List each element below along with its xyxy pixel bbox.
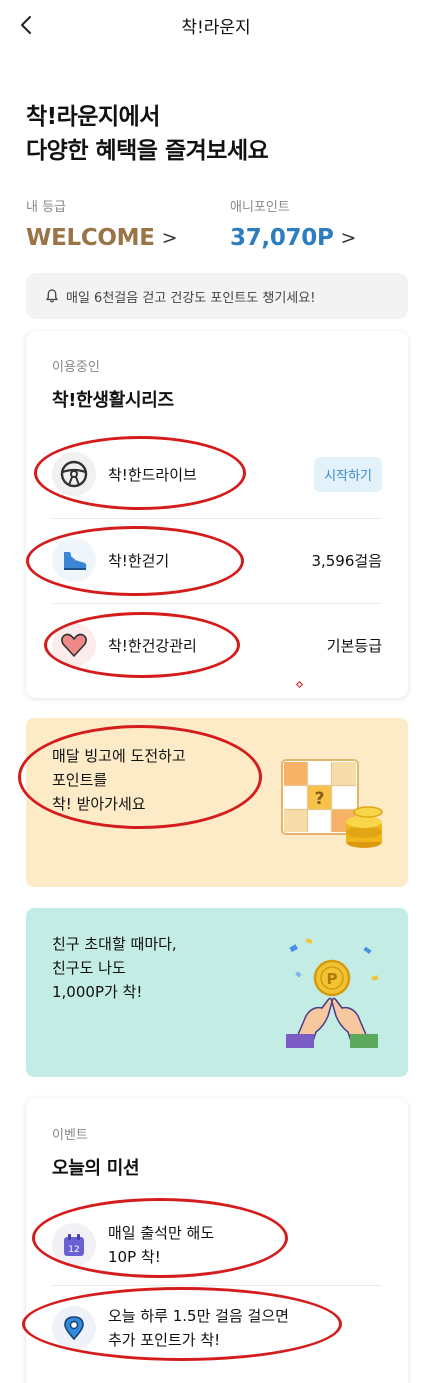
mission-item-attendance[interactable]: 12 매일 출석만 해도 10P 착!: [52, 1208, 382, 1282]
divider: [52, 603, 382, 604]
calendar-icon: 12: [52, 1223, 96, 1267]
points-label: 애니포인트: [230, 200, 290, 215]
svg-text:?: ?: [315, 789, 325, 809]
points-value: 37,070P: [230, 225, 334, 251]
heart-icon: [52, 623, 96, 667]
series-item-health[interactable]: 착!한건강관리 기본등급: [52, 610, 382, 680]
series-title: 착!한생활시리즈: [52, 390, 174, 411]
start-drive-button[interactable]: 시작하기: [314, 456, 382, 492]
chevron-right-icon: >: [340, 227, 357, 249]
bingo-line-3: 착! 받아가세요: [52, 795, 146, 813]
series-item-drive[interactable]: 착!한드라이브 시작하기: [52, 439, 382, 509]
bingo-banner[interactable]: 매달 빙고에 도전하고 포인트를 착! 받아가세요 ?: [26, 718, 408, 887]
grade-label: 내 등급: [26, 200, 67, 215]
top-bar: 착!라운지: [0, 0, 432, 52]
notice-banner[interactable]: 매일 6천걸음 걷고 건강도 포인트도 챙기세요!: [26, 273, 408, 319]
series-item-walk[interactable]: 착!한걷기 3,596걸음: [52, 525, 382, 595]
bingo-line-1: 매달 빙고에 도전하고: [52, 747, 186, 765]
grade-value: WELCOME: [26, 225, 155, 251]
series-item-label: 착!한걷기: [108, 551, 170, 570]
pinky-promise-coin-icon: P: [286, 938, 379, 1048]
health-grade: 기본등급: [326, 636, 382, 655]
friend-line-1: 친구 초대할 때마다,: [52, 935, 177, 953]
series-subtitle: 이용중인: [52, 360, 100, 375]
bell-icon: [46, 289, 58, 303]
mission-line-2: 추가 포인트가 착!: [108, 1331, 221, 1349]
svg-text:P: P: [327, 970, 338, 988]
mission-text: 매일 출석만 해도 10P 착!: [108, 1221, 214, 1269]
divider: [52, 1285, 382, 1286]
hero-line-1: 착!라운지에서: [26, 104, 160, 130]
points-value-row[interactable]: 37,070P >: [230, 225, 356, 251]
page-title: 착!라운지: [181, 18, 251, 38]
sneaker-icon: [52, 538, 96, 582]
my-grade[interactable]: 내 등급 WELCOME >: [26, 196, 178, 251]
invite-friend-banner[interactable]: 친구 초대할 때마다, 친구도 나도 1,000P가 착! P: [26, 908, 408, 1077]
friend-line-3: 1,000P가 착!: [52, 983, 143, 1001]
bingo-board-coins-icon: ?: [281, 759, 383, 848]
series-item-label: 착!한드라이브: [108, 465, 197, 484]
chevron-right-icon: >: [161, 227, 178, 249]
lifestyle-series-card: 이용중인 착!한생활시리즈 착!한드라이브 시작하기 착!한걷기 3,596걸음: [26, 331, 408, 698]
friend-banner-text: 친구 초대할 때마다, 친구도 나도 1,000P가 착!: [52, 932, 177, 1004]
steering-wheel-icon: [52, 452, 96, 496]
hero-heading: 착!라운지에서 다양한 혜택을 즐겨보세요: [26, 100, 269, 168]
location-pin-icon: [52, 1306, 96, 1350]
hero-line-2: 다양한 혜택을 즐겨보세요: [26, 138, 269, 164]
mission-line-1: 오늘 하루 1.5만 걸음 걸으면: [108, 1307, 289, 1325]
step-count: 3,596걸음: [311, 551, 382, 570]
any-points[interactable]: 애니포인트 37,070P >: [230, 196, 356, 251]
daily-missions-card: 이벤트 오늘의 미션 12 매일 출석만 해도 10P 착! 오늘 하루 1.5…: [26, 1098, 408, 1383]
divider: [52, 518, 382, 519]
missions-title: 오늘의 미션: [52, 1158, 140, 1179]
series-item-label: 착!한건강관리: [108, 636, 197, 655]
bingo-line-2: 포인트를: [52, 771, 108, 789]
mission-line-2: 10P 착!: [108, 1248, 161, 1266]
bingo-banner-text: 매달 빙고에 도전하고 포인트를 착! 받아가세요: [52, 744, 186, 816]
grade-value-row[interactable]: WELCOME >: [26, 225, 178, 251]
mission-text: 오늘 하루 1.5만 걸음 걸으면 추가 포인트가 착!: [108, 1304, 289, 1352]
mission-item-steps[interactable]: 오늘 하루 1.5만 걸음 걸으면 추가 포인트가 착!: [52, 1291, 382, 1365]
notice-text: 매일 6천걸음 걷고 건강도 포인트도 챙기세요!: [66, 290, 316, 306]
friend-line-2: 친구도 나도: [52, 959, 126, 977]
mission-line-1: 매일 출석만 해도: [108, 1224, 215, 1242]
missions-subtitle: 이벤트: [52, 1128, 88, 1143]
svg-text:12: 12: [68, 1245, 79, 1255]
